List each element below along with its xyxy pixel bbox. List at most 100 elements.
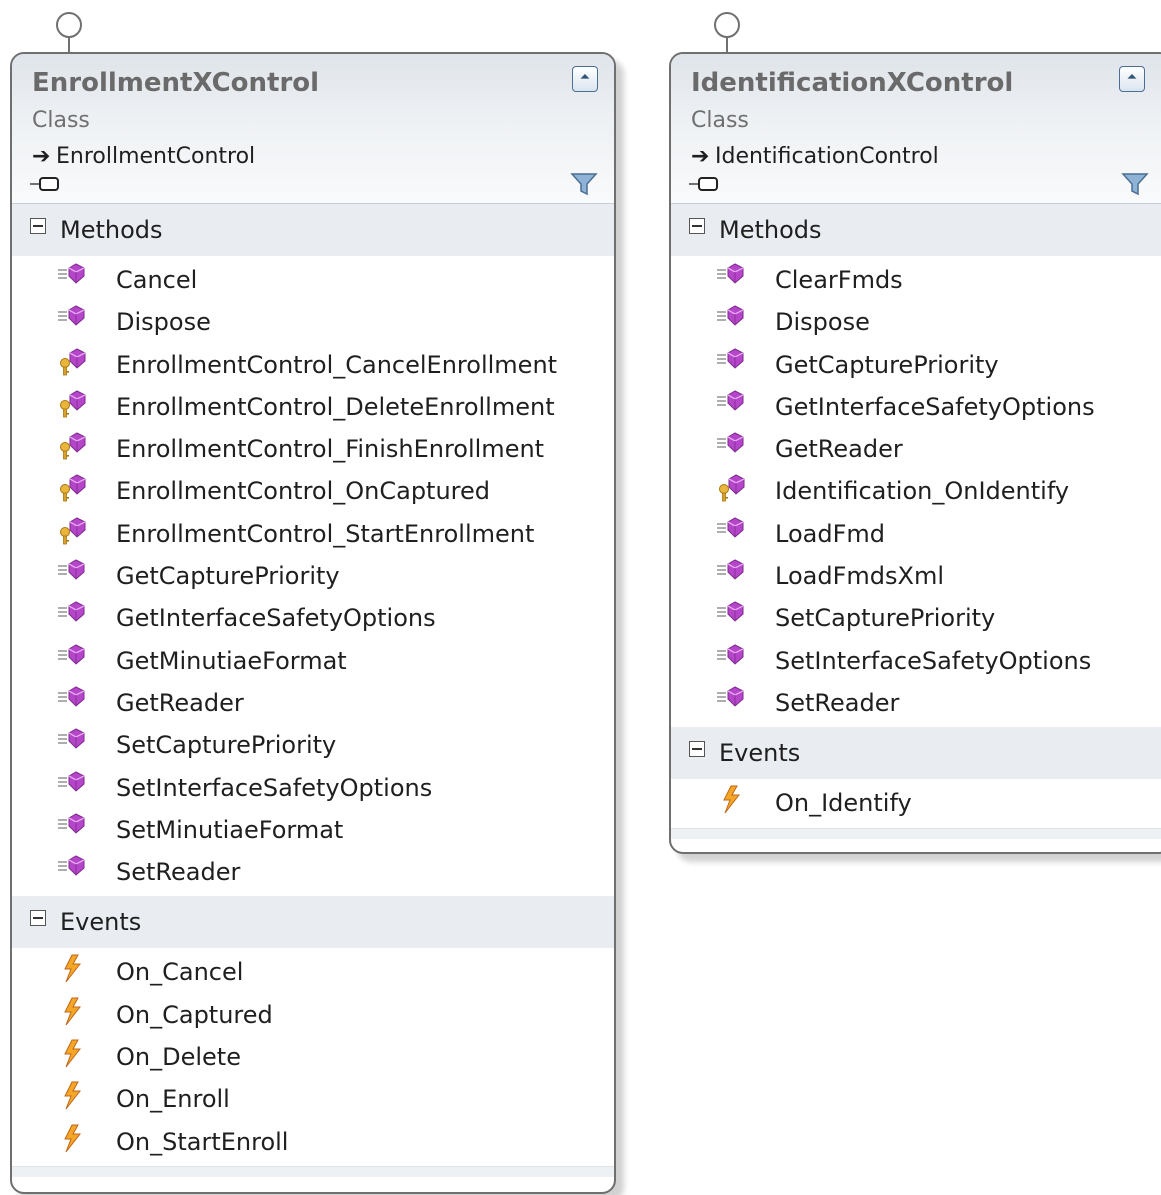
member-item[interactable]: ClearFmds [671, 260, 1161, 302]
collapse-toggle-button[interactable]: ⏶ [572, 66, 598, 92]
section-label: Methods [719, 216, 822, 244]
private-method-icon [715, 473, 751, 503]
member-item[interactable]: On_Enroll [12, 1079, 614, 1121]
member-item[interactable]: EnrollmentControl_OnCaptured [12, 471, 614, 513]
member-name: EnrollmentControl_CancelEnrollment [116, 350, 558, 379]
member-item[interactable]: GetInterfaceSafetyOptions [671, 387, 1161, 429]
section-header-events[interactable]: Events [671, 727, 1161, 780]
member-item[interactable]: EnrollmentControl_DeleteEnrollment [12, 387, 614, 429]
private-method-icon [56, 431, 92, 461]
member-item[interactable]: SetCapturePriority [12, 725, 614, 767]
collapse-toggle-button[interactable]: ⏶ [1119, 66, 1145, 92]
class-kind: Class [32, 108, 90, 133]
public-method-icon [715, 431, 751, 461]
member-item[interactable]: SetInterfaceSafetyOptions [671, 641, 1161, 683]
member-name: EnrollmentControl_StartEnrollment [116, 519, 535, 548]
public-method-icon [56, 262, 92, 292]
member-item[interactable]: On_Delete [12, 1037, 614, 1079]
interface-implementation-icon [689, 177, 718, 191]
member-name: SetMinutiaeFormat [116, 815, 344, 844]
public-method-icon [56, 643, 92, 673]
member-item[interactable]: EnrollmentControl_CancelEnrollment [12, 345, 614, 387]
member-item[interactable]: On_Captured [12, 995, 614, 1037]
section-header-methods[interactable]: Methods [12, 204, 614, 256]
member-name: GetInterfaceSafetyOptions [116, 604, 436, 633]
member-item[interactable]: GetInterfaceSafetyOptions [12, 598, 614, 640]
member-item[interactable]: LoadFmdsXml [671, 556, 1161, 598]
private-method-icon [56, 389, 92, 419]
member-name: SetReader [116, 858, 241, 887]
public-method-icon [715, 558, 751, 588]
public-method-icon [715, 389, 751, 419]
member-item[interactable]: Dispose [12, 302, 614, 344]
member-item[interactable]: GetReader [671, 429, 1161, 471]
member-name: SetInterfaceSafetyOptions [116, 773, 433, 802]
member-list: On_Identify [671, 779, 1161, 827]
member-item[interactable]: SetReader [12, 852, 614, 894]
class-header: IdentificationXControl Class ➔ Identifica… [671, 54, 1161, 204]
section-header-events[interactable]: Events [12, 896, 614, 949]
base-class-label: EnrollmentControl [56, 144, 256, 169]
private-method-icon [56, 347, 92, 377]
interface-implementation-icon [30, 177, 59, 191]
class-footer [671, 827, 1161, 839]
member-item[interactable]: GetMinutiaeFormat [12, 641, 614, 683]
member-item[interactable]: SetCapturePriority [671, 598, 1161, 640]
member-name: GetInterfaceSafetyOptions [775, 392, 1095, 421]
member-name: On_StartEnroll [116, 1127, 289, 1156]
member-item[interactable]: GetReader [12, 683, 614, 725]
filter-icon[interactable] [1121, 172, 1149, 196]
public-method-icon [715, 347, 751, 377]
public-method-icon [715, 600, 751, 630]
base-class-label: IdentificationControl [715, 144, 939, 169]
member-item[interactable]: EnrollmentControl_StartEnrollment [12, 514, 614, 556]
public-method-icon [56, 727, 92, 757]
member-item[interactable]: On_Identify [671, 783, 1161, 825]
collapse-section-icon[interactable] [30, 910, 46, 927]
member-item[interactable]: LoadFmd [671, 514, 1161, 556]
filter-icon[interactable] [570, 172, 598, 196]
class-name: IdentificationXControl [691, 68, 1014, 98]
event-icon [56, 954, 92, 984]
member-item[interactable]: SetMinutiaeFormat [12, 810, 614, 852]
member-item[interactable]: EnrollmentControl_FinishEnrollment [12, 429, 614, 471]
event-icon [56, 1081, 92, 1111]
member-item[interactable]: SetReader [671, 683, 1161, 725]
private-method-icon [56, 516, 92, 546]
class-box-enrollmentxcontrol[interactable]: EnrollmentXControl Class ➔ EnrollmentCont… [10, 52, 616, 1194]
member-item[interactable]: Identification_OnIdentify [671, 471, 1161, 513]
public-method-icon [56, 685, 92, 715]
member-item[interactable]: On_StartEnroll [12, 1122, 614, 1164]
class-name: EnrollmentXControl [32, 68, 320, 98]
class-box-identificationxcontrol[interactable]: IdentificationXControl Class ➔ Identifica… [669, 52, 1161, 854]
collapse-section-icon[interactable] [30, 218, 46, 234]
member-name: LoadFmdsXml [775, 562, 944, 591]
public-method-icon [56, 600, 92, 630]
member-name: On_Enroll [116, 1085, 230, 1114]
section-label: Events [719, 739, 801, 768]
public-method-icon [715, 643, 751, 673]
member-item[interactable]: Dispose [671, 302, 1161, 344]
member-item[interactable]: SetInterfaceSafetyOptions [12, 768, 614, 810]
section-header-methods[interactable]: Methods [671, 204, 1161, 256]
interface-lollipop-icon [714, 12, 740, 52]
event-icon [56, 1124, 92, 1154]
member-name: Dispose [775, 308, 870, 337]
member-item[interactable]: GetCapturePriority [671, 345, 1161, 387]
public-method-icon [715, 516, 751, 546]
member-name: On_Delete [116, 1043, 241, 1072]
member-item[interactable]: GetCapturePriority [12, 556, 614, 598]
member-item[interactable]: Cancel [12, 260, 614, 302]
public-method-icon [715, 685, 751, 715]
public-method-icon [56, 558, 92, 588]
base-class: ➔ EnrollmentControl [32, 144, 255, 169]
member-list: ClearFmds Dispose GetCapturePriority GetInt… [671, 256, 1161, 727]
member-name: Identification_OnIdentify [775, 477, 1070, 506]
collapse-section-icon[interactable] [689, 741, 705, 758]
member-name: On_Identify [775, 789, 912, 818]
collapse-section-icon[interactable] [689, 218, 705, 234]
public-method-icon [56, 304, 92, 334]
public-method-icon [715, 304, 751, 334]
member-item[interactable]: On_Cancel [12, 952, 614, 994]
event-icon [715, 785, 751, 815]
